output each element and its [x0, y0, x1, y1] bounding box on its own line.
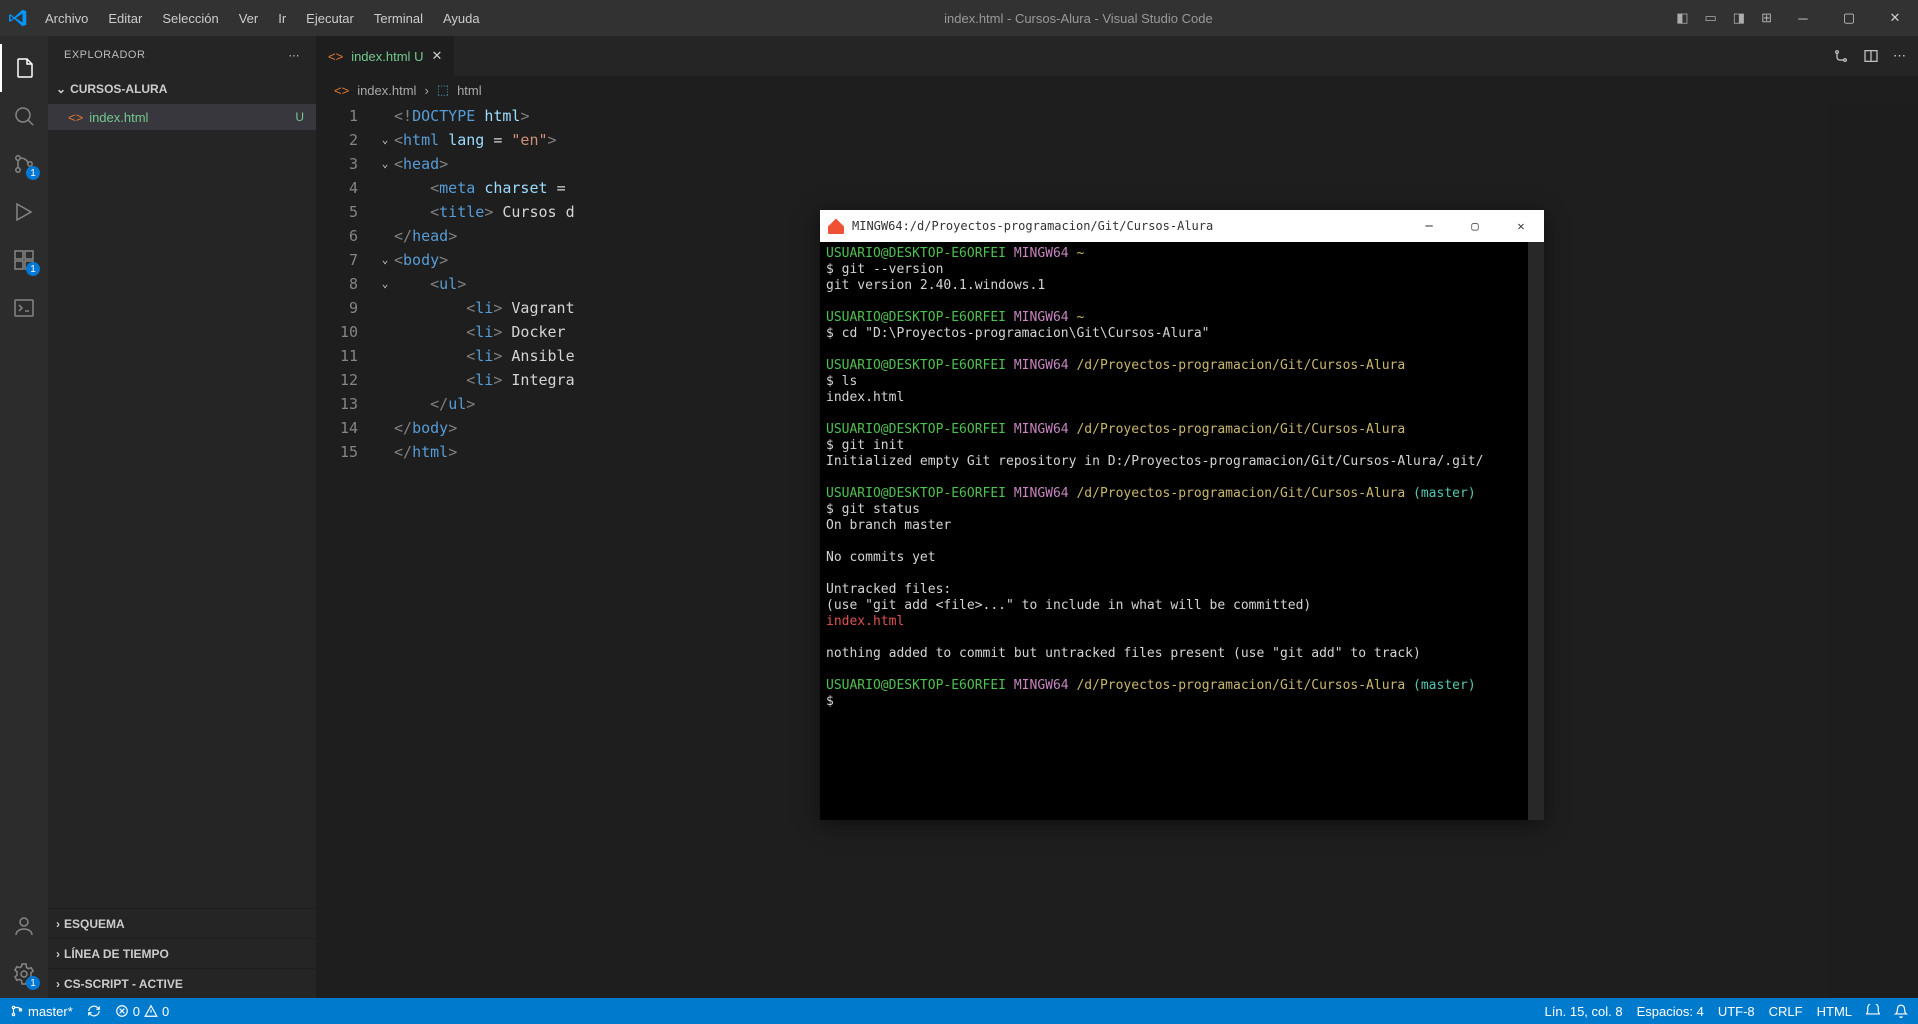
term-minimize-button[interactable]: ─ — [1406, 210, 1452, 242]
window-title: index.html - Cursos-Alura - Visual Studi… — [489, 11, 1669, 26]
activity-extensions[interactable]: 1 — [0, 236, 48, 284]
more-icon[interactable]: ⋯ — [289, 49, 301, 62]
term-maximize-button[interactable]: ▢ — [1452, 210, 1498, 242]
minimap[interactable] — [1828, 104, 1918, 998]
breadcrumb[interactable]: <> index.html › ⬚ html — [316, 76, 1918, 104]
term-titlebar[interactable]: MINGW64:/d/Proyectos-programacion/Git/Cu… — [820, 210, 1544, 242]
window-minimize-button[interactable]: ─ — [1780, 0, 1826, 36]
term-scrollbar[interactable] — [1528, 242, 1544, 820]
project-name: CURSOS-ALURA — [70, 82, 167, 96]
section-esquema[interactable]: › ESQUEMA — [48, 908, 316, 938]
window-maximize-button[interactable]: ▢ — [1826, 0, 1872, 36]
file-item-index[interactable]: <> index.html U — [48, 104, 316, 130]
tab-label: index.html U — [351, 49, 423, 64]
element-icon: ⬚ — [437, 82, 449, 98]
status-branch[interactable]: master* — [10, 1004, 73, 1019]
activity-explorer[interactable] — [0, 44, 48, 92]
git-bash-icon — [828, 218, 844, 234]
activity-bar: 1 1 1 — [0, 36, 48, 998]
status-eol[interactable]: CRLF — [1769, 1004, 1803, 1019]
term-close-button[interactable]: ✕ — [1498, 210, 1544, 242]
status-encoding[interactable]: UTF-8 — [1718, 1004, 1755, 1019]
section-label: LÍNEA DE TIEMPO — [64, 947, 169, 961]
menu-ver[interactable]: Ver — [230, 5, 268, 32]
line-numbers: 123456789101112131415 — [316, 104, 376, 998]
chevron-right-icon: › — [56, 977, 60, 991]
term-title: MINGW64:/d/Proyectos-programacion/Git/Cu… — [852, 219, 1213, 233]
title-bar: Archivo Editar Selección Ver Ir Ejecutar… — [0, 0, 1918, 36]
html-file-icon: <> — [334, 83, 349, 98]
status-sync[interactable] — [87, 1004, 101, 1018]
project-header[interactable]: ⌄ CURSOS-ALURA — [48, 74, 316, 104]
status-bar: master* 0 0 Lín. 15, col. 8 Espacios: 4 … — [0, 998, 1918, 1024]
ext-badge: 1 — [26, 262, 40, 276]
sidebar-explorer: EXPLORADOR ⋯ ⌄ CURSOS-ALURA <> index.htm… — [48, 36, 316, 998]
activity-account[interactable] — [0, 902, 48, 950]
menu-seleccion[interactable]: Selección — [153, 5, 227, 32]
tab-bar: <> index.html U ✕ ⋯ — [316, 36, 1918, 76]
status-feedback-icon[interactable] — [1866, 1004, 1880, 1018]
section-label: CS-SCRIPT - ACTIVE — [64, 977, 183, 991]
chevron-down-icon: ⌄ — [56, 82, 66, 96]
status-cursor[interactable]: Lín. 15, col. 8 — [1545, 1004, 1623, 1019]
html-file-icon: <> — [328, 49, 343, 64]
status-problems[interactable]: 0 0 — [115, 1004, 169, 1019]
compare-changes-icon[interactable] — [1833, 48, 1849, 64]
breadcrumb-file[interactable]: index.html — [357, 83, 416, 98]
settings-badge: 1 — [26, 976, 40, 990]
customize-layout-icon[interactable]: ⊞ — [1753, 4, 1780, 32]
html-file-icon: <> — [68, 110, 83, 125]
file-name: index.html — [89, 110, 148, 125]
git-bash-window[interactable]: MINGW64:/d/Proyectos-programacion/Git/Cu… — [820, 210, 1544, 820]
chevron-right-icon: › — [56, 947, 60, 961]
section-label: ESQUEMA — [64, 917, 125, 931]
term-body[interactable]: USUARIO@DESKTOP-E6ORFEI MINGW64 ~ $ git … — [820, 242, 1544, 820]
tab-index-html[interactable]: <> index.html U ✕ — [316, 36, 455, 76]
menu-ejecutar[interactable]: Ejecutar — [297, 5, 363, 32]
split-editor-icon[interactable] — [1863, 48, 1879, 64]
vscode-logo-icon — [0, 9, 36, 27]
activity-search[interactable] — [0, 92, 48, 140]
chevron-right-icon: › — [424, 83, 428, 98]
activity-settings[interactable]: 1 — [0, 950, 48, 998]
menu-archivo[interactable]: Archivo — [36, 5, 97, 32]
menu-ayuda[interactable]: Ayuda — [434, 5, 489, 32]
chevron-right-icon: › — [56, 917, 60, 931]
window-close-button[interactable]: ✕ — [1872, 0, 1918, 36]
toggle-panel-right-icon[interactable]: ◨ — [1725, 4, 1753, 32]
menu-editar[interactable]: Editar — [99, 5, 151, 32]
close-icon[interactable]: ✕ — [431, 48, 442, 64]
status-bell-icon[interactable] — [1894, 1004, 1908, 1018]
menu-bar: Archivo Editar Selección Ver Ir Ejecutar… — [36, 5, 489, 32]
more-icon[interactable]: ⋯ — [1893, 48, 1906, 64]
status-language[interactable]: HTML — [1817, 1004, 1852, 1019]
breadcrumb-node[interactable]: html — [457, 83, 482, 98]
menu-ir[interactable]: Ir — [269, 5, 295, 32]
section-timeline[interactable]: › LÍNEA DE TIEMPO — [48, 938, 316, 968]
toggle-panel-bottom-icon[interactable]: ▭ — [1697, 4, 1725, 32]
section-csscript[interactable]: › CS-SCRIPT - ACTIVE — [48, 968, 316, 998]
status-spaces[interactable]: Espacios: 4 — [1637, 1004, 1704, 1019]
code-content[interactable]: <!DOCTYPE html><html lang = "en"><head> … — [394, 104, 575, 998]
activity-terminal[interactable] — [0, 284, 48, 332]
toggle-panel-left-icon[interactable]: ◧ — [1668, 4, 1696, 32]
activity-scm[interactable]: 1 — [0, 140, 48, 188]
menu-terminal[interactable]: Terminal — [365, 5, 432, 32]
file-git-status: U — [295, 110, 304, 124]
activity-run[interactable] — [0, 188, 48, 236]
fold-column[interactable]: ⌄⌄⌄⌄ — [376, 104, 394, 998]
scm-badge: 1 — [26, 166, 40, 180]
sidebar-title: EXPLORADOR — [64, 49, 145, 61]
